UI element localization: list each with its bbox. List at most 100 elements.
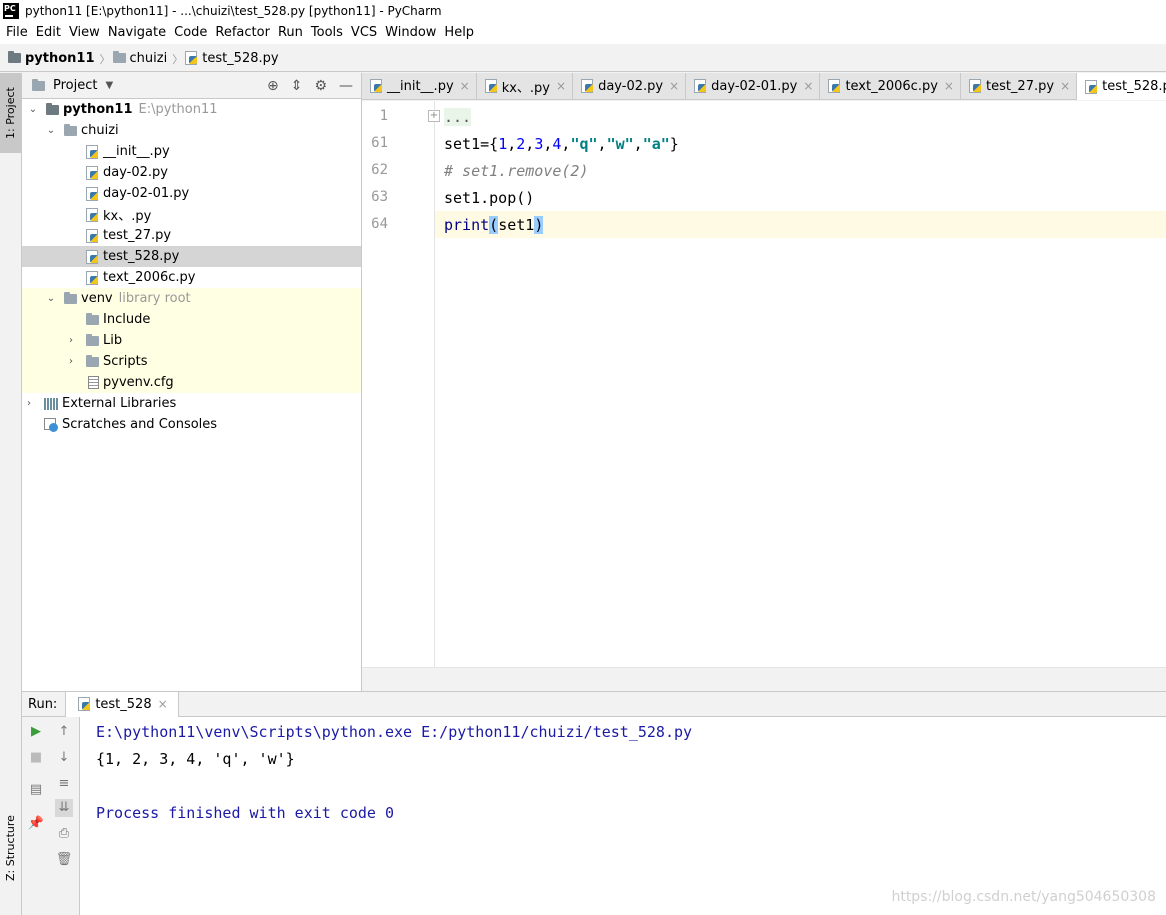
close-icon[interactable]: × [158,697,168,711]
folder-icon [46,102,59,115]
trash-icon[interactable]: 🗑 [55,851,73,869]
tree-item-venv[interactable]: ⌄ venv library root [22,288,361,309]
python-file-icon [828,79,841,93]
folder-icon [86,354,99,367]
tree-item-external-libraries[interactable]: › External Libraries [22,393,361,414]
tab-init[interactable]: __init__.py × [362,73,477,99]
close-icon[interactable]: × [669,79,679,93]
tree-item-include[interactable]: Include [22,309,361,330]
chevron-right-icon: 〉 [99,53,111,66]
line-number: 63 [371,189,388,205]
line-number: 1 [379,108,388,124]
project-view-selector[interactable]: Project [53,78,97,93]
code-editor[interactable]: 1 61 62 63 64 + ... set1={1,2,3,4,"q","w… [362,101,1166,667]
menu-vcs[interactable]: VCS [347,22,381,44]
scroll-to-end-icon[interactable]: ⇊ [55,799,73,817]
tree-item-file[interactable]: kx、.py [22,204,361,225]
tree-item-file[interactable]: test_27.py [22,225,361,246]
close-icon[interactable]: × [944,79,954,93]
project-view-icon [32,78,45,91]
structure-tool-tab[interactable]: Z: Structure [0,808,21,888]
tree-item-file[interactable]: __init__.py [22,141,361,162]
breadcrumb: python11 〉 chuizi 〉 test_528.py [0,45,1166,72]
breadcrumb-project[interactable]: python11 [8,51,95,66]
tab-test-27[interactable]: test_27.py × [961,73,1078,99]
tree-item-file-selected[interactable]: test_528.py [22,246,361,267]
arrow-up-icon[interactable]: ↑ [55,723,73,741]
scratches-icon [44,417,58,432]
tab-kx[interactable]: kx、.py × [477,73,574,99]
tree-item-file[interactable]: day-02-01.py [22,183,361,204]
menu-navigate[interactable]: Navigate [104,22,170,44]
menu-run[interactable]: Run [274,22,307,44]
chevron-down-icon[interactable]: ⌄ [44,125,58,136]
close-icon[interactable]: × [556,79,566,93]
tree-item-lib[interactable]: › Lib [22,330,361,351]
folder-icon [64,291,77,304]
menu-refactor[interactable]: Refactor [211,22,274,44]
python-file-icon [968,79,982,93]
close-icon[interactable]: × [1060,79,1070,93]
tree-item-root[interactable]: ⌄ python11 E:\python11 [22,99,361,120]
pin-icon[interactable]: 📌 [27,815,45,833]
tab-text-2006c[interactable]: text_2006c.py × [820,73,961,99]
left-tool-strip: 1: Project Z: Structure [0,73,22,915]
folded-region[interactable]: ... [444,108,472,126]
menu-file[interactable]: File [2,22,32,44]
code-line-61: set1={1,2,3,4,"q","w","a"} [444,135,679,153]
menu-window[interactable]: Window [381,22,440,44]
run-console[interactable]: E:\python11\venv\Scripts\python.exe E:/p… [80,717,1166,915]
print-icon[interactable]: ⎙ [55,825,73,843]
chevron-down-icon[interactable]: ▼ [105,80,113,91]
library-icon [44,397,58,410]
menu-edit[interactable]: Edit [32,22,65,44]
menu-view[interactable]: View [65,22,104,44]
editor-gutter: 1 61 62 63 64 + [362,101,440,667]
stop-icon[interactable]: ■ [27,749,45,767]
minimize-icon[interactable]: — [339,78,353,94]
chevron-right-icon[interactable]: › [22,398,36,409]
tree-item-scripts[interactable]: › Scripts [22,351,361,372]
breadcrumb-file[interactable]: test_528.py [185,51,279,66]
menu-bar: File Edit View Navigate Code Refactor Ru… [0,22,1166,44]
folder-icon [86,312,99,325]
tree-item-scratches[interactable]: Scratches and Consoles [22,414,361,435]
chevron-right-icon[interactable]: › [64,356,78,367]
close-icon[interactable]: × [803,79,813,93]
editor-horizontal-scrollbar[interactable] [362,667,1166,691]
tab-day-02-01[interactable]: day-02-01.py × [686,73,821,99]
console-exit: Process finished with exit code 0 [96,804,395,822]
python-file-icon [86,207,99,222]
locate-target-icon[interactable]: ⊕ [267,78,279,94]
breadcrumb-folder[interactable]: chuizi [112,51,167,66]
fold-expand-icon[interactable]: + [428,110,440,122]
chevron-right-icon: 〉 [172,53,184,66]
tab-day-02[interactable]: day-02.py × [573,73,687,99]
title-bar: PC python11 [E:\python11] - ...\chuizi\t… [0,0,1166,22]
code-line-62: # set1.remove(2) [444,162,589,180]
gear-icon[interactable]: ⚙ [314,78,327,94]
chevron-right-icon[interactable]: › [64,335,78,346]
layout-icon[interactable]: ▤ [27,781,45,799]
chevron-down-icon[interactable]: ⌄ [26,104,40,115]
python-file-icon [370,79,383,93]
project-tool-tab[interactable]: 1: Project [0,73,21,153]
tab-test-528[interactable]: test_528.py × [1077,73,1166,100]
run-panel-header: Run: test_528 × [22,691,1166,717]
menu-code[interactable]: Code [170,22,211,44]
tree-item-pyvenv[interactable]: pyvenv.cfg [22,372,361,393]
run-tab-test-528[interactable]: test_528 × [65,691,179,717]
menu-help[interactable]: Help [440,22,478,44]
tree-item-file[interactable]: text_2006c.py [22,267,361,288]
chevron-down-icon[interactable]: ⌄ [44,293,58,304]
collapse-all-icon[interactable]: ⇕ [291,78,303,94]
soft-wrap-icon[interactable]: ≡ [55,775,73,793]
folder-icon [86,333,99,346]
arrow-down-icon[interactable]: ↓ [55,749,73,767]
menu-tools[interactable]: Tools [307,22,347,44]
tree-item-chuizi[interactable]: ⌄ chuizi [22,120,361,141]
rerun-icon[interactable]: ▶ [27,723,45,741]
project-tree: ⌄ python11 E:\python11 ⌄ chuizi __init__… [22,99,361,435]
tree-item-file[interactable]: day-02.py [22,162,361,183]
close-icon[interactable]: × [460,79,470,93]
